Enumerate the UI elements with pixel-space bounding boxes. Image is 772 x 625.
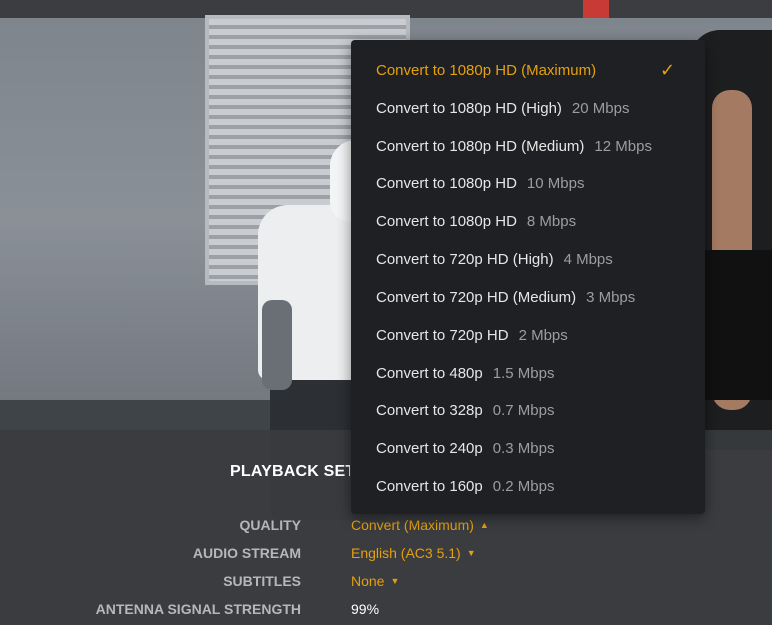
quality-option[interactable]: Convert to 1080p HD (High) 20 Mbps (351, 89, 705, 127)
quality-option-label: Convert to 1080p HD (376, 213, 517, 230)
caret-down-icon: ▼ (466, 548, 476, 558)
quality-option[interactable]: Convert to 328p 0.7 Mbps (351, 391, 705, 429)
quality-option-label: Convert to 720p HD (High) (376, 251, 554, 268)
quality-option[interactable]: Convert to 1080p HD 10 Mbps (351, 164, 705, 202)
quality-option[interactable]: Convert to 1080p HD 8 Mbps (351, 202, 705, 240)
quality-option-rate: 1.5 Mbps (492, 365, 555, 382)
quality-option-label: Convert to 1080p HD (376, 175, 517, 192)
quality-select[interactable]: Convert (Maximum) ▲ (351, 517, 489, 533)
quality-option[interactable]: Convert to 720p HD (Medium) 3 Mbps (351, 278, 705, 316)
quality-option-rate: 0.7 Mbps (492, 402, 555, 419)
quality-option-label: Convert to 1080p HD (High) (376, 100, 562, 117)
audio-stream-label: AUDIO STREAM (192, 545, 301, 561)
quality-option-rate: 3 Mbps (586, 289, 636, 306)
quality-option-rate: 0.3 Mbps (492, 440, 555, 457)
quality-option[interactable]: Convert to 720p HD 2 Mbps (351, 316, 705, 354)
antenna-signal-row: ANTENNA SIGNAL STRENGTH 99% (0, 601, 772, 623)
subtitles-label: SUBTITLES (223, 573, 301, 589)
quality-option-label: Convert to 328p (376, 402, 483, 419)
quality-option-label: Convert to 720p HD (Medium) (376, 289, 577, 306)
audio-stream-select[interactable]: English (AC3 5.1) ▼ (351, 545, 476, 561)
quality-option[interactable]: Convert to 1080p HD (Maximum) ✓ (351, 51, 705, 89)
quality-option-rate: 12 Mbps (594, 138, 652, 155)
subtitles-row: SUBTITLES None ▼ (0, 573, 772, 595)
quality-value: Convert (Maximum) (351, 517, 474, 533)
quality-option[interactable]: Convert to 480p 1.5 Mbps (351, 354, 705, 392)
subtitles-value: None (351, 573, 385, 589)
caret-down-icon: ▼ (390, 576, 400, 586)
quality-option-label: Convert to 720p HD (376, 327, 509, 344)
quality-row: QUALITY Convert (Maximum) ▲ (0, 517, 772, 539)
quality-option[interactable]: Convert to 160p 0.2 Mbps (351, 467, 705, 505)
quality-option-rate: 4 Mbps (563, 251, 613, 268)
quality-option[interactable]: Convert to 720p HD (High) 4 Mbps (351, 240, 705, 278)
video-red-sign (583, 0, 609, 18)
quality-option-rate: 8 Mbps (526, 213, 577, 230)
subtitles-select[interactable]: None ▼ (351, 573, 399, 589)
audio-stream-row: AUDIO STREAM English (AC3 5.1) ▼ (0, 545, 772, 567)
quality-option[interactable]: Convert to 1080p HD (Medium) 12 Mbps (351, 127, 705, 165)
antenna-signal-label: ANTENNA SIGNAL STRENGTH (95, 601, 301, 617)
caret-up-icon: ▲ (479, 520, 489, 530)
audio-stream-value: English (AC3 5.1) (351, 545, 461, 561)
quality-option-label: Convert to 1080p HD (Medium) (376, 138, 585, 155)
quality-option-rate: 2 Mbps (518, 327, 568, 344)
quality-option[interactable]: Convert to 240p 0.3 Mbps (351, 429, 705, 467)
quality-option-rate: 0.2 Mbps (492, 478, 555, 495)
quality-option-label: Convert to 240p (376, 440, 483, 457)
antenna-signal-value: 99% (351, 601, 380, 617)
quality-label: QUALITY (239, 517, 301, 533)
video-player-sleeve (262, 300, 292, 390)
quality-option-label: Convert to 1080p HD (Maximum) (376, 62, 597, 79)
quality-option-rate: 10 Mbps (526, 175, 585, 192)
quality-dropdown-menu: Convert to 1080p HD (Maximum) ✓ Convert … (351, 40, 705, 514)
quality-option-label: Convert to 480p (376, 365, 483, 382)
playback-settings-title: PLAYBACK SETTINGS (230, 463, 350, 480)
checkmark-icon: ✓ (660, 60, 676, 80)
video-coach-shorts (700, 250, 772, 400)
quality-option-label: Convert to 160p (376, 478, 483, 495)
quality-option-rate: 20 Mbps (571, 100, 630, 117)
